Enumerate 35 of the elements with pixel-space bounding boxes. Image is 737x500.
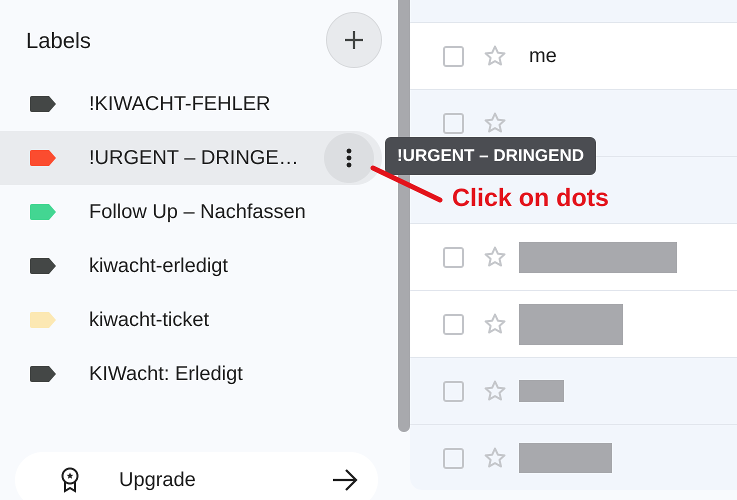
arrow-right-icon [332,469,358,491]
row-checkbox[interactable] [443,246,464,268]
award-icon [59,467,81,493]
vertical-dots-icon [346,148,352,168]
star-icon[interactable] [483,44,507,68]
star-icon[interactable] [483,245,507,269]
label-name: KIWacht: Erledigt [89,362,244,387]
star-icon[interactable] [483,312,507,336]
label-item[interactable]: !KIWACHT-FEHLER [0,77,382,131]
row-checkbox[interactable] [443,380,464,402]
label-item[interactable]: !URGENT – DRINGE… [0,131,382,185]
plus-icon [343,29,365,51]
label-name: Follow Up – Nachfassen [89,200,307,225]
label-item[interactable]: KIWacht: Erledigt [0,347,382,401]
star-icon[interactable] [483,446,507,470]
label-item[interactable]: kiwacht-erledigt [0,239,382,293]
labels-heading: Labels [26,26,91,54]
label-name: kiwacht-erledigt [89,254,229,279]
more-options-button[interactable] [324,133,374,183]
row-checkbox[interactable] [443,448,464,468]
redaction-block [519,380,564,402]
row-checkbox[interactable] [443,314,464,334]
label-item[interactable]: kiwacht-ticket [0,293,382,347]
label-item[interactable]: Follow Up – Nachfassen [0,185,382,239]
annotation-text: Click on dots [452,183,609,214]
row-checkbox[interactable] [443,46,464,66]
star-icon[interactable] [483,111,507,135]
upgrade-button[interactable]: Upgrade [15,452,378,500]
label-name: !URGENT – DRINGE… [89,146,300,171]
tooltip: !URGENT – DRINGEND [385,137,596,175]
row-checkbox[interactable] [443,112,464,134]
label-name: !KIWACHT-FEHLER [89,92,272,117]
label-name: kiwacht-ticket [89,308,210,333]
star-icon[interactable] [483,379,507,403]
sender-name: me [529,44,557,69]
